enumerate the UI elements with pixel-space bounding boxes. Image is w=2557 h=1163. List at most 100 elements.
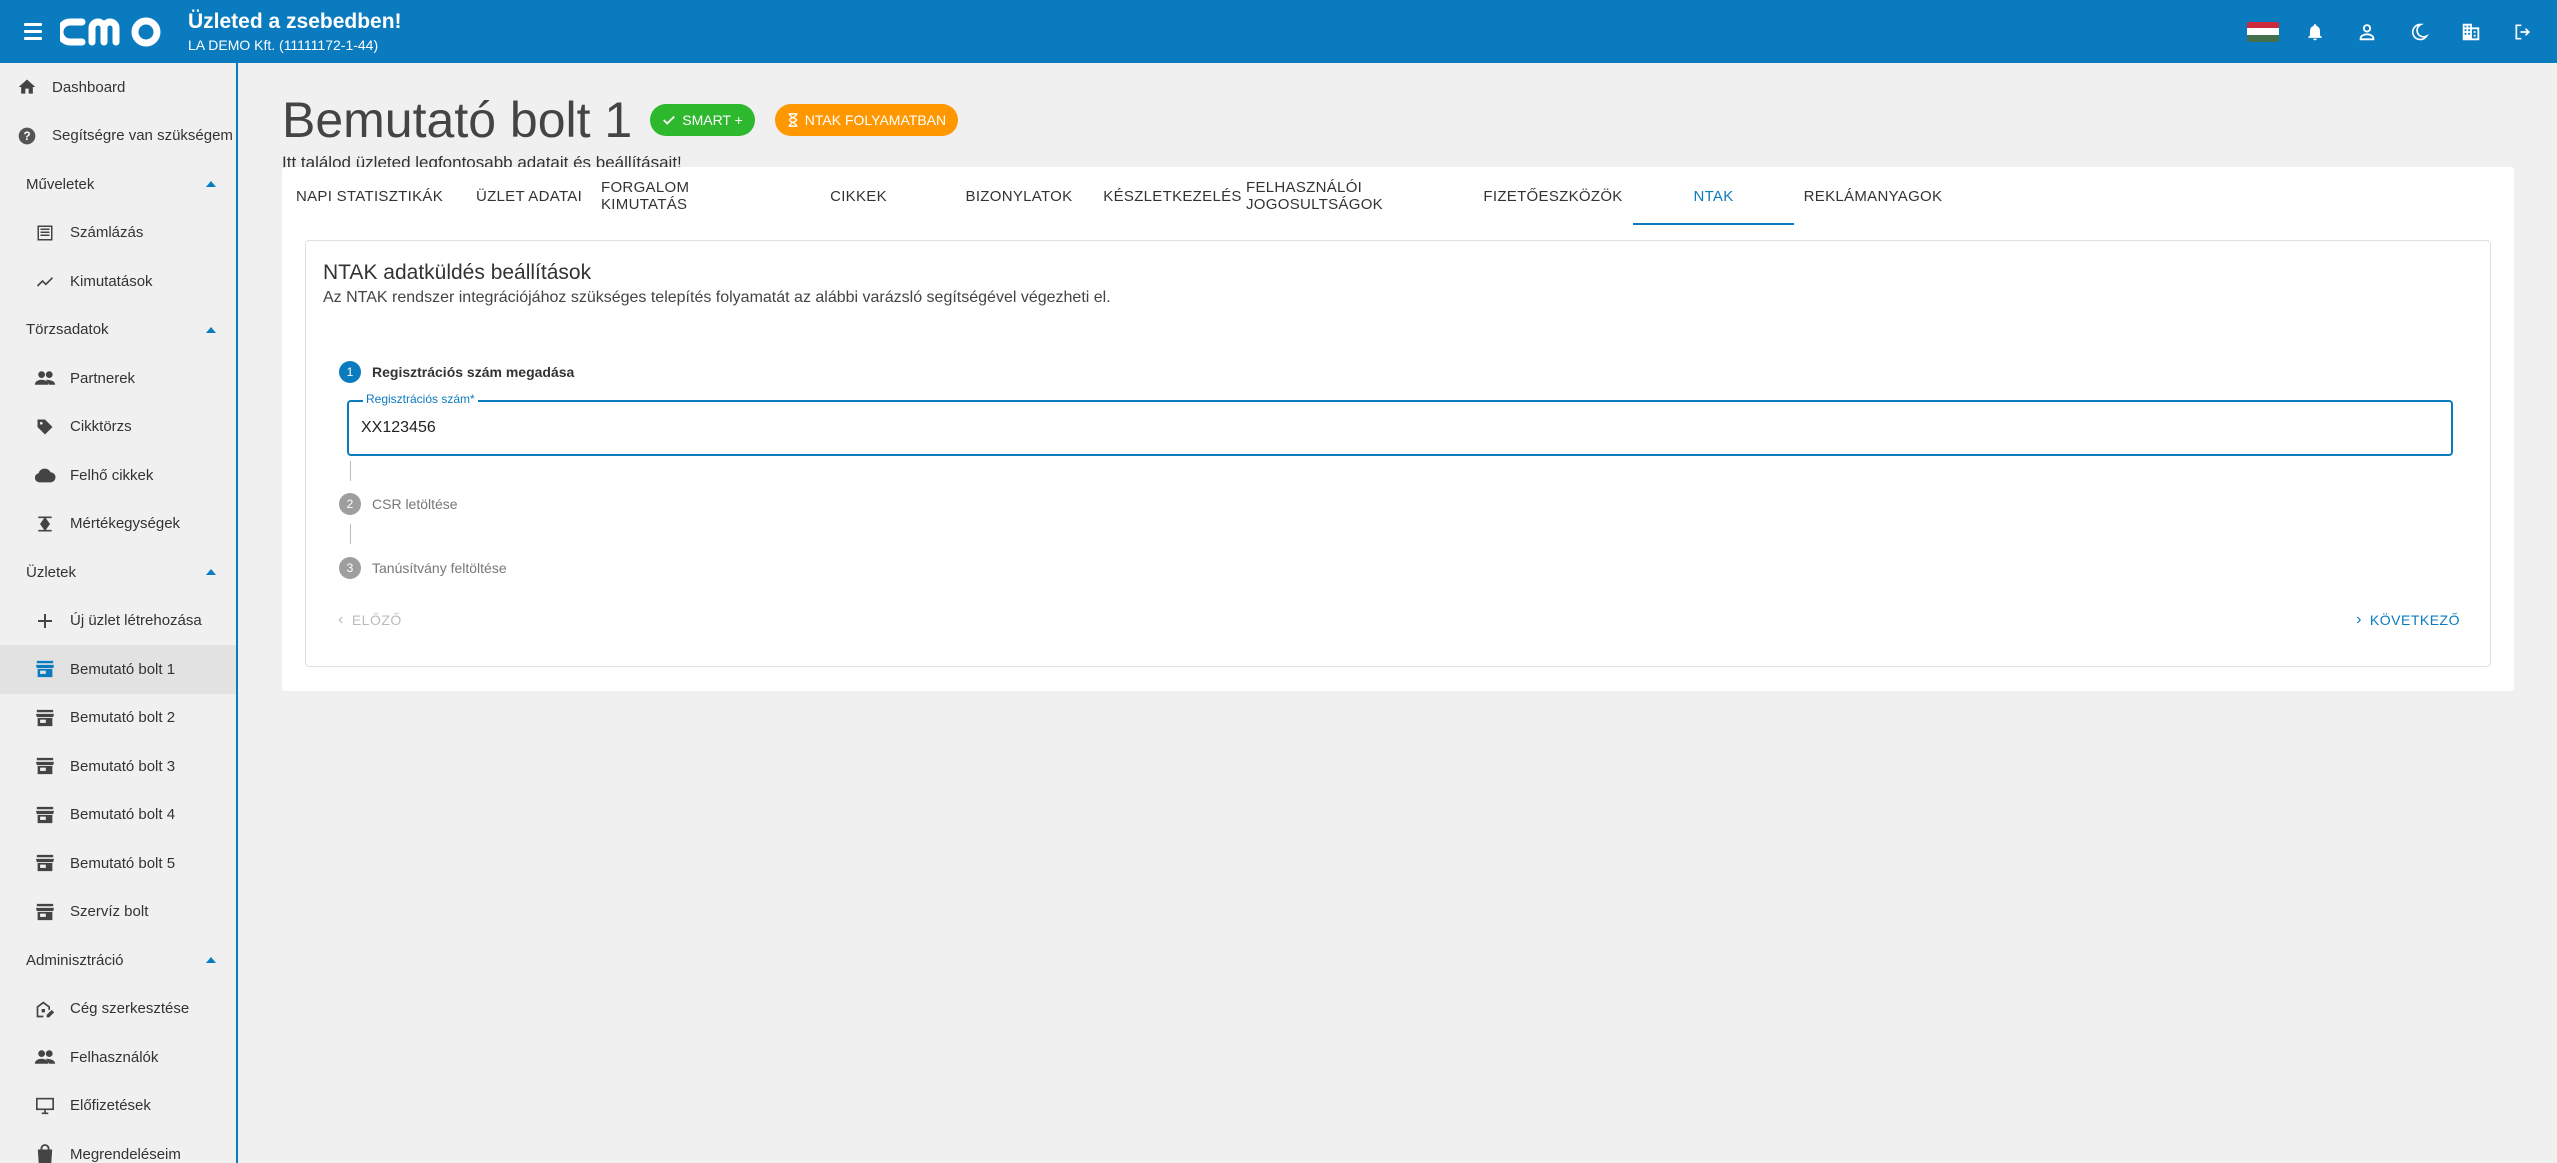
caret-up-icon (206, 569, 216, 576)
sidebar-item-szamlazas[interactable]: Számlázás (0, 209, 236, 258)
store-icon (34, 901, 56, 923)
sidebar-item-label: Kimutatások (70, 272, 153, 290)
section-label: Üzletek (26, 563, 77, 581)
account-icon[interactable] (2341, 0, 2393, 63)
sidebar-item-label: Új üzlet létrehozása (70, 612, 202, 630)
tab-forgalom-kimutatas[interactable]: FORGALOM KIMUTATÁS (601, 167, 778, 225)
sidebar-item-label: Felhasználók (70, 1048, 159, 1066)
bag-icon (34, 1143, 56, 1163)
plus-icon (34, 610, 56, 632)
chart-line-icon (34, 270, 56, 292)
people-icon (34, 367, 56, 389)
sidebar-item-label: Bemutató bolt 4 (70, 806, 176, 824)
sidebar-item-help[interactable]: ? Segítségre van szükségem (0, 112, 236, 161)
page-title: Bemutató bolt 1 (282, 92, 633, 148)
ntak-status-badge: NTAK FOLYAMATBAN (774, 104, 959, 136)
sidebar-item-bemutato-bolt-3[interactable]: Bemutató bolt 3 (0, 742, 236, 791)
home-icon (16, 76, 38, 98)
ntak-title: NTAK adatküldés beállítások (323, 261, 592, 284)
sidebar-item-label: Mértékegységek (70, 515, 181, 533)
sidebar-item-elofizetesek[interactable]: Előfizetések (0, 1082, 236, 1131)
sidebar-item-partnerek[interactable]: Partnerek (0, 354, 236, 403)
sidebar-section-torzsadatok[interactable]: Törzsadatok (0, 306, 236, 355)
chevron-left-icon: ‹ (338, 611, 344, 628)
caret-up-icon (206, 957, 216, 964)
flag-hu-icon[interactable] (2237, 0, 2289, 63)
check-icon (663, 115, 676, 125)
registration-number-field[interactable]: Regisztrációs szám* (347, 392, 2453, 456)
ntak-wizard-panel: NTAK adatküldés beállítások Az NTAK rend… (305, 240, 2491, 667)
menu-icon[interactable] (18, 15, 52, 49)
brand-title: Üzleted a zsebedben! (188, 9, 402, 33)
sidebar-item-megrendeleseim[interactable]: Megrendeléseim (0, 1130, 236, 1163)
tab-bizonylatok[interactable]: BIZONYLATOK (939, 167, 1099, 225)
store-icon (34, 804, 56, 826)
previous-button[interactable]: ‹ ELŐZŐ (338, 611, 402, 629)
company-name: LA DEMO Kft. (11111172-1-44) (188, 36, 379, 53)
store-icon (34, 852, 56, 874)
sidebar-item-uj-uzlet[interactable]: Új üzlet létrehozása (0, 597, 236, 646)
tab-fizetoeszkozok[interactable]: FIZETŐESZKÖZÖK (1473, 167, 1633, 225)
sidebar-item-kimutatasok[interactable]: Kimutatások (0, 257, 236, 306)
tab-bar: NAPI STATISZTIKÁK ÜZLET ADATAI FORGALOM … (282, 167, 2514, 225)
sidebar: Dashboard ? Segítségre van szükségem Műv… (0, 63, 238, 1163)
sidebar-item-mertekegysegek[interactable]: Mértékegységek (0, 500, 236, 549)
main-content: Bemutató bolt 1 SMART + NTAK FOLYAMATBAN… (282, 63, 2514, 691)
next-button-label: KÖVETKEZŐ (2369, 612, 2460, 628)
sidebar-item-felhasznalok[interactable]: Felhasználók (0, 1033, 236, 1082)
tab-ntak[interactable]: NTAK (1633, 167, 1794, 225)
dark-mode-icon[interactable] (2393, 0, 2445, 63)
sidebar-item-label: Előfizetések (70, 1097, 151, 1115)
step-2: 2 CSR letöltése (339, 493, 458, 515)
sidebar-item-bemutato-bolt-5[interactable]: Bemutató bolt 5 (0, 839, 236, 888)
section-label: Műveletek (26, 175, 95, 193)
registration-number-label: Regisztrációs szám* (363, 392, 478, 406)
sidebar-item-label: Felhő cikkek (70, 466, 154, 484)
chevron-right-icon: › (2356, 611, 2362, 628)
step-number: 3 (339, 557, 361, 579)
store-icon (34, 755, 56, 777)
scale-icon (34, 513, 56, 535)
sidebar-section-muveletek[interactable]: Műveletek (0, 160, 236, 209)
sidebar-item-label: Megrendeléseim (70, 1145, 181, 1163)
cloud-icon (34, 464, 56, 486)
registration-number-input[interactable] (349, 402, 2451, 454)
sidebar-item-cikktorzs[interactable]: Cikktörzs (0, 403, 236, 452)
sidebar-item-label: Bemutató bolt 5 (70, 854, 176, 872)
sidebar-section-uzletek[interactable]: Üzletek (0, 548, 236, 597)
step-connector (350, 524, 351, 544)
company-icon[interactable] (2445, 0, 2497, 63)
top-icons (2237, 0, 2549, 63)
tab-cikkek[interactable]: CIKKEK (778, 167, 939, 225)
store-card: NAPI STATISZTIKÁK ÜZLET ADATAI FORGALOM … (282, 167, 2514, 691)
tab-felhasznaloi-jogosultsagok[interactable]: FELHASZNÁLÓI JOGOSULTSÁGOK (1246, 167, 1473, 225)
svg-text:?: ? (23, 130, 30, 143)
tab-napi-statisztikak[interactable]: NAPI STATISZTIKÁK (282, 167, 457, 225)
sidebar-section-adminisztracio[interactable]: Adminisztráció (0, 936, 236, 985)
tab-reklamanyagok[interactable]: REKLÁMANYAGOK (1794, 167, 1952, 225)
ntak-description: Az NTAK rendszer integrációjához szükség… (323, 289, 1111, 306)
section-label: Törzsadatok (26, 321, 109, 339)
caret-up-icon (206, 181, 216, 188)
cmo-logo[interactable] (60, 12, 176, 52)
sidebar-item-label: Számlázás (70, 224, 144, 242)
sidebar-item-bemutato-bolt-4[interactable]: Bemutató bolt 4 (0, 791, 236, 840)
sidebar-item-ceg-szerkesztese[interactable]: Cég szerkesztése (0, 985, 236, 1034)
sidebar-item-szerviz-bolt[interactable]: Szervíz bolt (0, 888, 236, 937)
tab-uzlet-adatai[interactable]: ÜZLET ADATAI (457, 167, 601, 225)
section-label: Adminisztráció (26, 951, 124, 969)
sidebar-item-felho-cikkek[interactable]: Felhő cikkek (0, 451, 236, 500)
bell-icon[interactable] (2289, 0, 2341, 63)
people-icon (34, 1046, 56, 1068)
receipt-icon (34, 222, 56, 244)
tab-keszletkezeles[interactable]: KÉSZLETKEZELÉS (1099, 167, 1246, 225)
sidebar-item-bemutato-bolt-2[interactable]: Bemutató bolt 2 (0, 694, 236, 743)
step-1: 1 Regisztrációs szám megadása (339, 361, 574, 383)
next-button[interactable]: › KÖVETKEZŐ (2356, 611, 2460, 629)
logout-icon[interactable] (2497, 0, 2549, 63)
step-3: 3 Tanúsítvány feltöltése (339, 557, 507, 579)
store-icon (34, 707, 56, 729)
step-number: 1 (339, 361, 361, 383)
sidebar-item-bemutato-bolt-1[interactable]: Bemutató bolt 1 (0, 645, 236, 694)
sidebar-item-dashboard[interactable]: Dashboard (0, 63, 236, 112)
